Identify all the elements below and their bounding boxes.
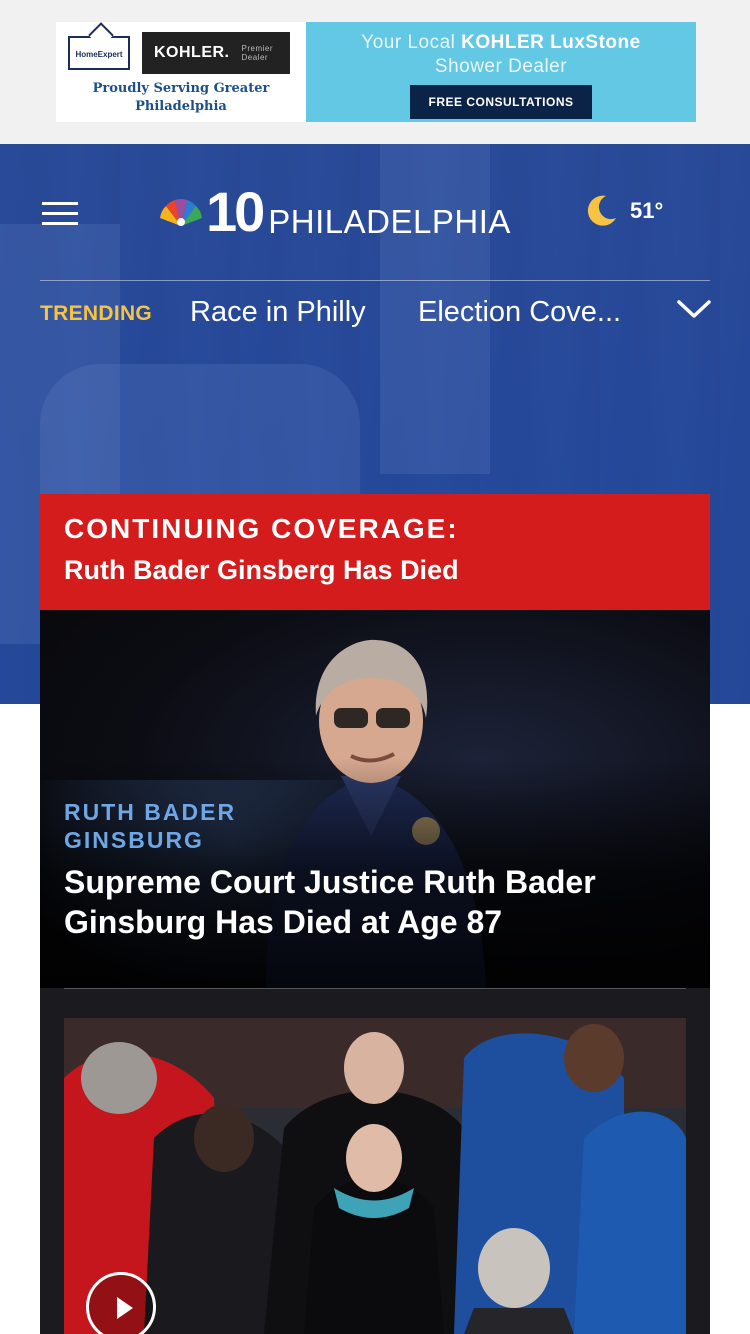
lead-story-card[interactable]: RUTH BADER GINSBURG Supreme Court Justic… <box>40 610 710 988</box>
ad-headline-suffix: Shower Dealer <box>434 56 568 77</box>
logo-number: 10 <box>206 180 265 243</box>
ad-headline-brand: KOHLER LuxStone <box>461 32 641 53</box>
ad-right-panel: Your Local KOHLER LuxStone Shower Dealer… <box>306 22 696 122</box>
ad-banner-area: HomeExpert KOHLER. Premier Dealer Proudl… <box>0 0 750 144</box>
kohler-ad[interactable]: HomeExpert KOHLER. Premier Dealer Proudl… <box>56 22 696 122</box>
temperature: 51° <box>630 198 664 223</box>
continuing-coverage-banner[interactable]: CONTINUING COVERAGE: Ruth Bader Ginsberg… <box>40 494 710 610</box>
homeexpert-logo: HomeExpert <box>68 22 130 70</box>
chevron-down-icon[interactable] <box>676 296 712 322</box>
kohler-logo: KOHLER. Premier Dealer <box>142 32 290 74</box>
ad-headline-prefix: Your Local <box>361 32 456 53</box>
video-story-card <box>40 988 710 1334</box>
trending-item[interactable]: Race in Philly <box>190 296 366 329</box>
hamburger-menu-icon[interactable] <box>42 202 78 226</box>
moon-icon <box>587 195 616 226</box>
header-divider <box>40 280 710 281</box>
weather-widget[interactable]: 51° <box>584 194 663 228</box>
video-thumbnail[interactable] <box>64 1018 686 1334</box>
continuing-coverage-label: CONTINUING COVERAGE: <box>64 513 459 544</box>
play-icon[interactable] <box>86 1272 156 1334</box>
peacock-icon <box>160 199 202 226</box>
kohler-brand: KOHLER. <box>154 44 230 61</box>
ad-left-panel: HomeExpert KOHLER. Premier Dealer Proudl… <box>56 22 306 122</box>
ad-headline: Your Local KOHLER LuxStone Shower Dealer <box>306 31 696 79</box>
ad-serving-text: Proudly Serving Greater Philadelphia <box>92 81 270 114</box>
logo-city: PHILADELPHIA <box>268 203 511 240</box>
house-roof-icon <box>88 22 114 48</box>
story-headline[interactable]: Supreme Court Justice Ruth Bader Ginsbur… <box>64 862 684 942</box>
continuing-coverage-title[interactable]: Ruth Bader Ginsberg Has Died <box>64 550 686 590</box>
trending-item[interactable]: Election Cove... <box>418 296 621 329</box>
story-divider <box>64 988 686 989</box>
background-building <box>40 364 360 504</box>
crowd-photo <box>64 1018 686 1334</box>
trending-label: TRENDING <box>40 302 153 325</box>
nbc10-logo[interactable]: 10 PHILADELPHIA <box>158 184 511 240</box>
story-category[interactable]: RUTH BADER GINSBURG <box>64 798 364 854</box>
kohler-tag: Premier Dealer <box>241 44 274 62</box>
ad-logo-text: HomeExpert <box>75 50 123 59</box>
ad-cta-button[interactable]: FREE CONSULTATIONS <box>410 85 592 119</box>
